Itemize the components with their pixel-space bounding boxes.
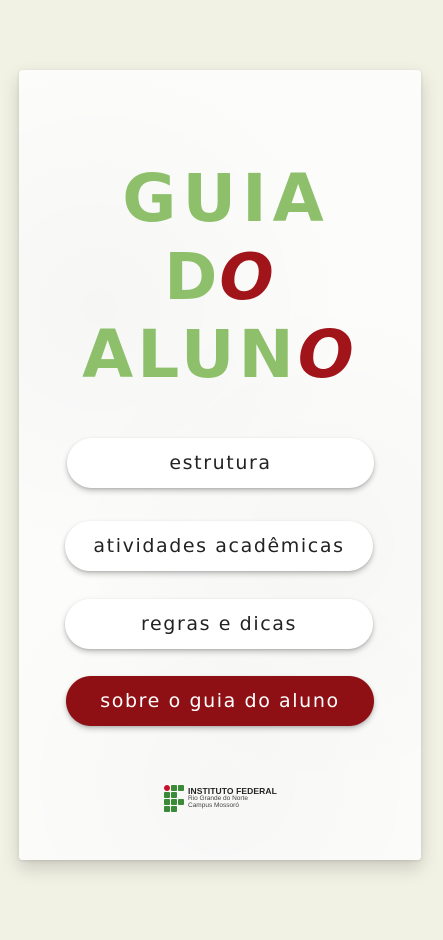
title-aluno-accent: O	[297, 316, 358, 393]
if-logo-icon	[164, 785, 184, 812]
sobre-o-guia-button[interactable]: sobre o guia do aluno	[66, 676, 374, 726]
title-do-accent: O	[219, 241, 276, 315]
title-do-part: D	[164, 241, 220, 315]
estrutura-button[interactable]: estrutura	[67, 438, 374, 488]
main-card: GUIA DO ALUNO estrutura atividades acadê…	[19, 70, 421, 860]
institution-campus: Campus Mossoró	[188, 801, 239, 809]
title-aluno: ALUNO	[19, 322, 421, 388]
atividades-academicas-button[interactable]: atividades acadêmicas	[65, 521, 373, 571]
title-guia: GUIA	[122, 160, 330, 237]
title-aluno-part: ALUN	[82, 316, 298, 393]
institution-logo: INSTITUTO FEDERAL Rio Grande do Norte Ca…	[164, 785, 277, 812]
title-do: DO	[19, 246, 421, 310]
institution-name: INSTITUTO FEDERAL Rio Grande do Norte Ca…	[188, 787, 277, 810]
regras-e-dicas-button[interactable]: regras e dicas	[65, 599, 373, 649]
